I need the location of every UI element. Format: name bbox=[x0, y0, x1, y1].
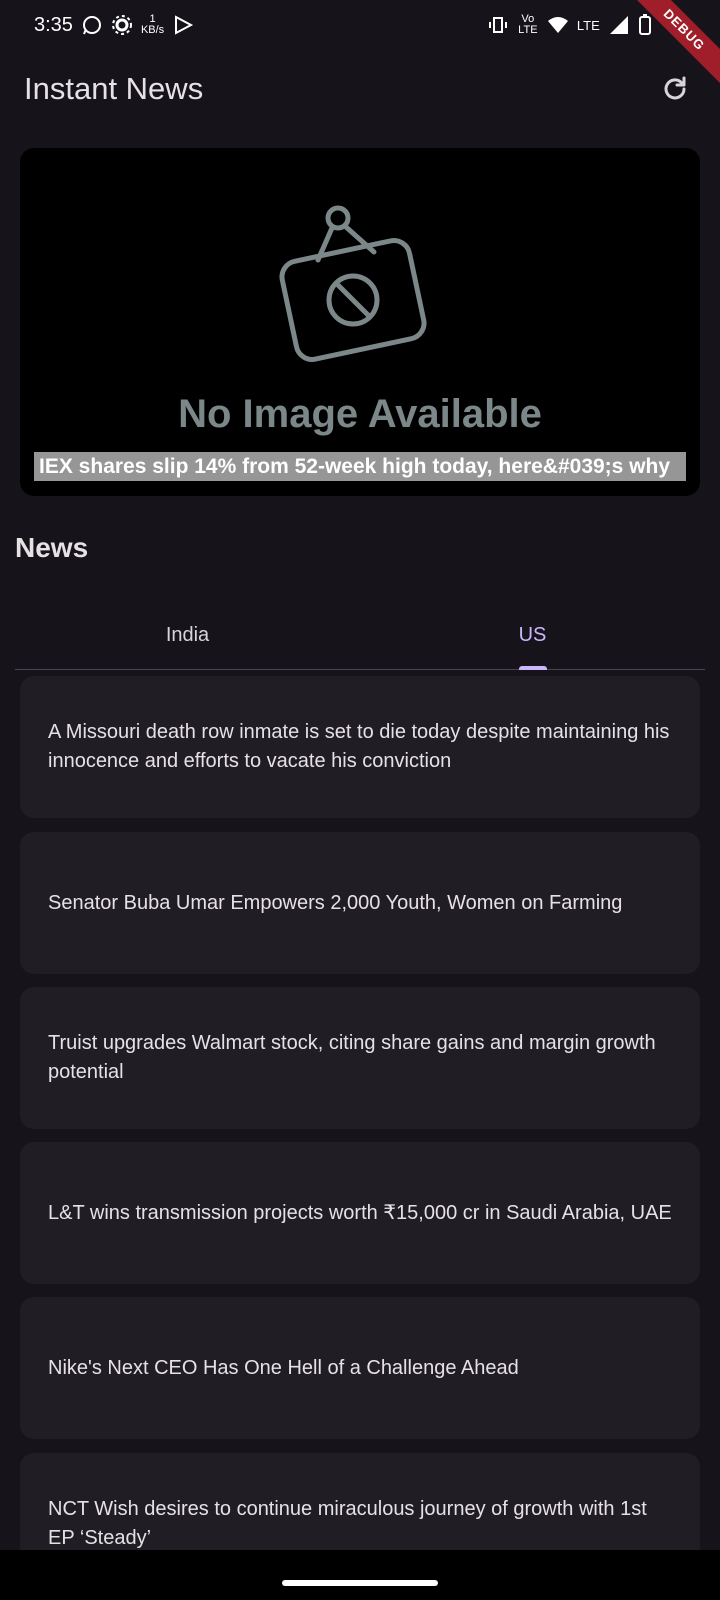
news-card-title: L&T wins transmission projects worth ₹15… bbox=[48, 1201, 672, 1224]
featured-article-title: IEX shares slip 14% from 52-week high to… bbox=[34, 452, 686, 481]
section-title: News bbox=[15, 532, 89, 563]
news-card[interactable]: Nike's Next CEO Has One Hell of a Challe… bbox=[20, 1297, 700, 1439]
play-store-icon bbox=[172, 14, 194, 36]
news-card[interactable]: Truist upgrades Walmart stock, citing sh… bbox=[20, 987, 700, 1129]
featured-article-card[interactable]: IEX shares slip 14% from 52-week high to… bbox=[20, 148, 700, 496]
news-card[interactable]: L&T wins transmission projects worth ₹15… bbox=[20, 1142, 700, 1284]
news-card-title: Senator Buba Umar Empowers 2,000 Youth, … bbox=[48, 891, 623, 914]
network-speed-unit: KB/s bbox=[140, 24, 165, 36]
news-list[interactable]: A Missouri death row inmate is set to di… bbox=[20, 676, 700, 1550]
news-card-title: Truist upgrades Walmart stock, citing sh… bbox=[48, 1032, 656, 1083]
news-card[interactable]: A Missouri death row inmate is set to di… bbox=[20, 676, 700, 818]
system-navigation-bar bbox=[0, 1550, 720, 1600]
news-card-title: A Missouri death row inmate is set to di… bbox=[48, 721, 670, 772]
network-speed: 1 KB/s bbox=[141, 14, 164, 36]
tab-india[interactable]: India bbox=[15, 600, 360, 670]
news-card[interactable]: NCT Wish desires to continue miraculous … bbox=[20, 1453, 700, 1550]
tab-us[interactable]: US bbox=[360, 600, 705, 670]
refresh-button[interactable] bbox=[658, 72, 692, 106]
app-bar: Instant News bbox=[0, 58, 720, 120]
app-title: Instant News bbox=[24, 71, 204, 106]
news-card[interactable]: Senator Buba Umar Empowers 2,000 Youth, … bbox=[20, 832, 700, 974]
whatsapp-icon bbox=[81, 14, 103, 36]
no-image-placeholder-icon bbox=[279, 205, 427, 362]
wifi-icon bbox=[547, 14, 569, 36]
refresh-icon bbox=[664, 76, 686, 100]
settings-gear-icon bbox=[111, 14, 133, 36]
region-tabs: India US bbox=[15, 600, 705, 670]
volte-indicator: Vo LTE bbox=[518, 13, 538, 36]
vibrate-icon bbox=[487, 14, 509, 36]
home-gesture-handle[interactable] bbox=[282, 1580, 438, 1586]
no-image-text: No Image Available bbox=[178, 392, 542, 436]
status-bar: 3:35 1 KB/s Vo LTE LTE 16 DEBUG bbox=[0, 0, 720, 88]
news-card-title: Nike's Next CEO Has One Hell of a Challe… bbox=[48, 1356, 519, 1379]
active-tab-indicator bbox=[519, 666, 547, 670]
status-left: 3:35 1 KB/s bbox=[34, 14, 194, 37]
lte-indicator: LTE bbox=[576, 17, 600, 33]
signal-icon bbox=[608, 14, 630, 36]
status-time: 3:35 bbox=[34, 13, 73, 36]
news-card-title: NCT Wish desires to continue miraculous … bbox=[48, 1498, 647, 1549]
